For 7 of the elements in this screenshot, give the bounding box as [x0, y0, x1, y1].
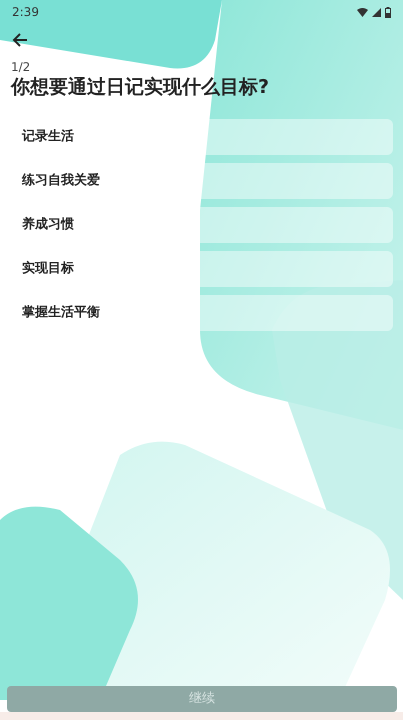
- wifi-icon: [357, 8, 368, 16]
- battery-icon: [385, 6, 391, 18]
- progress-counter: 1/2: [11, 60, 32, 74]
- signal-icon: [372, 8, 381, 16]
- status-time: 2:39: [12, 4, 39, 21]
- question-title: 你想要通过日记实现什么目标?: [11, 75, 270, 99]
- back-arrow-icon: [12, 33, 28, 47]
